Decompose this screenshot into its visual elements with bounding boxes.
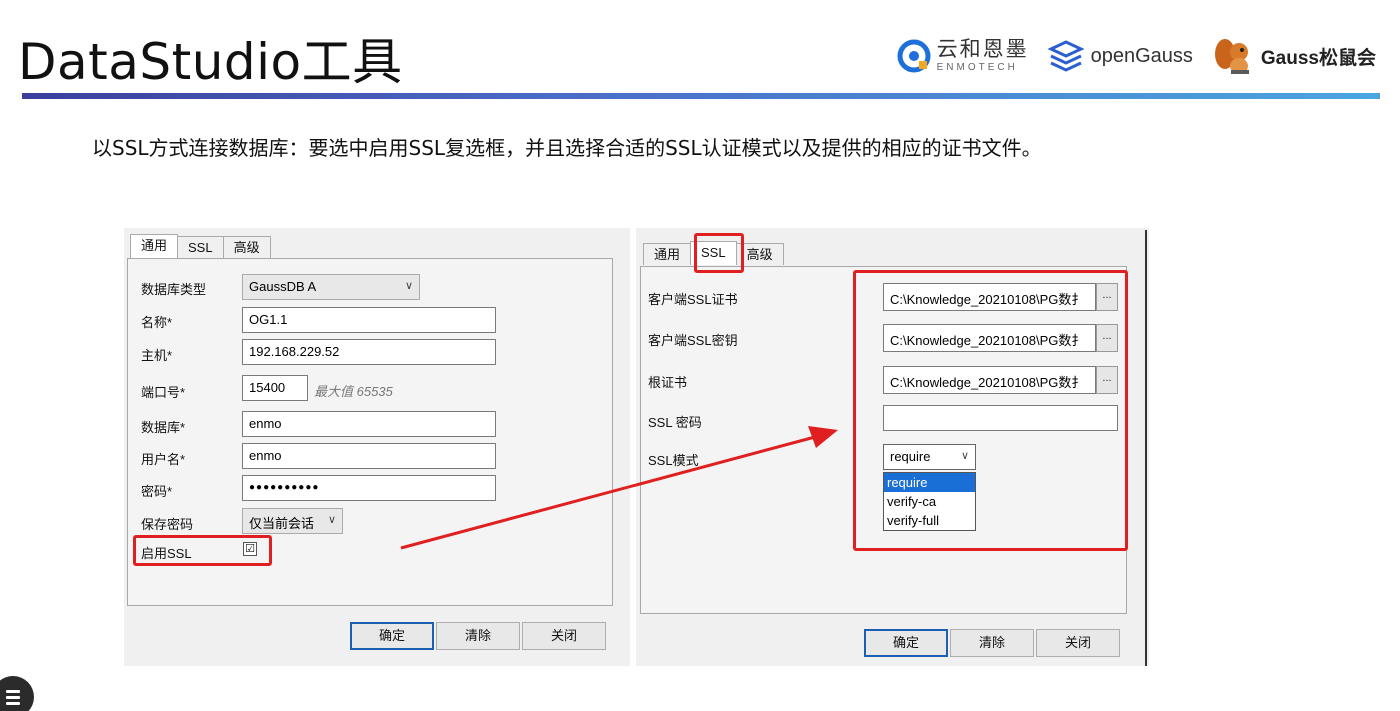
arrow-head-icon	[808, 426, 838, 448]
arrow-line	[400, 435, 816, 550]
annotation-arrow	[400, 426, 838, 550]
